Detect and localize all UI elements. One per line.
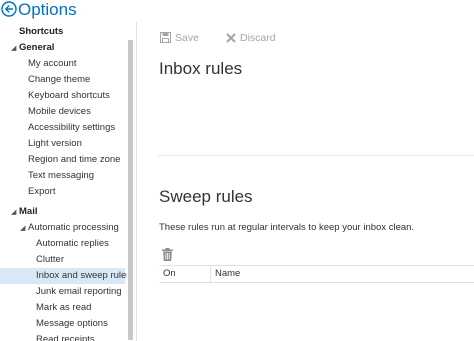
sidebar-item-my-account[interactable]: My account xyxy=(28,56,77,72)
sidebar-item-mail[interactable]: ◢ Mail xyxy=(11,204,37,221)
sidebar-item-automatic-replies[interactable]: Automatic replies xyxy=(36,236,109,252)
sidebar-item-change-theme[interactable]: Change theme xyxy=(28,72,90,88)
sidebar-item-general[interactable]: ◢ General xyxy=(11,40,54,57)
sidebar-item-label: Automatic processing xyxy=(28,222,119,233)
pane-divider xyxy=(136,22,137,341)
column-separator xyxy=(210,266,211,282)
sidebar-item-junk-email-reporting[interactable]: Junk email reporting xyxy=(36,284,122,300)
rules-table-header: On Name xyxy=(159,265,474,283)
discard-button[interactable]: Discard xyxy=(226,31,276,45)
section-divider xyxy=(158,155,474,156)
save-button[interactable]: Save xyxy=(160,31,199,45)
sidebar-item-light-version[interactable]: Light version xyxy=(28,136,82,152)
sidebar-item-export[interactable]: Export xyxy=(28,184,55,200)
column-header-on[interactable]: On xyxy=(163,268,176,280)
header: Options xyxy=(0,0,474,22)
sidebar-item-region-time-zone[interactable]: Region and time zone xyxy=(28,152,120,168)
sidebar-item-automatic-processing[interactable]: ◢ Automatic processing xyxy=(20,220,119,237)
close-icon xyxy=(226,33,236,43)
sidebar-item-shortcuts[interactable]: Shortcuts xyxy=(19,24,63,40)
sidebar-scroll-thumb[interactable] xyxy=(128,40,133,340)
sidebar-item-mobile-devices[interactable]: Mobile devices xyxy=(28,104,91,120)
sidebar-item-mark-as-read[interactable]: Mark as read xyxy=(36,300,91,316)
trash-icon[interactable] xyxy=(162,248,173,266)
sweep-rules-description: These rules run at regular intervals to … xyxy=(159,222,415,233)
save-icon xyxy=(160,32,171,43)
page-title: Options xyxy=(18,0,77,19)
sidebar-item-keyboard-shortcuts[interactable]: Keyboard shortcuts xyxy=(28,88,110,104)
sweep-rules-heading: Sweep rules xyxy=(159,187,253,206)
sidebar-item-label: General xyxy=(19,42,55,53)
column-header-name[interactable]: Name xyxy=(215,268,240,280)
back-arrow-icon[interactable] xyxy=(1,1,17,17)
sidebar-item-read-receipts[interactable]: Read receipts xyxy=(36,332,95,341)
sidebar: Shortcuts ◢ General My account Change the… xyxy=(0,22,130,341)
discard-label: Discard xyxy=(240,32,276,44)
sidebar-item-text-messaging[interactable]: Text messaging xyxy=(28,168,94,184)
inbox-rules-heading: Inbox rules xyxy=(159,59,243,78)
sidebar-item-label: Shortcuts xyxy=(19,26,64,37)
expand-caret-icon[interactable]: ◢ xyxy=(11,41,19,57)
sidebar-item-label: Mail xyxy=(19,206,38,217)
expand-caret-icon[interactable]: ◢ xyxy=(11,205,19,221)
save-label: Save xyxy=(175,32,199,44)
expand-caret-icon[interactable]: ◢ xyxy=(20,221,28,237)
sidebar-item-clutter[interactable]: Clutter xyxy=(36,252,64,268)
sidebar-item-inbox-sweep-rules[interactable]: Inbox and sweep rules xyxy=(36,268,130,284)
sidebar-item-message-options[interactable]: Message options xyxy=(36,316,108,332)
sidebar-item-accessibility-settings[interactable]: Accessibility settings xyxy=(28,120,115,136)
